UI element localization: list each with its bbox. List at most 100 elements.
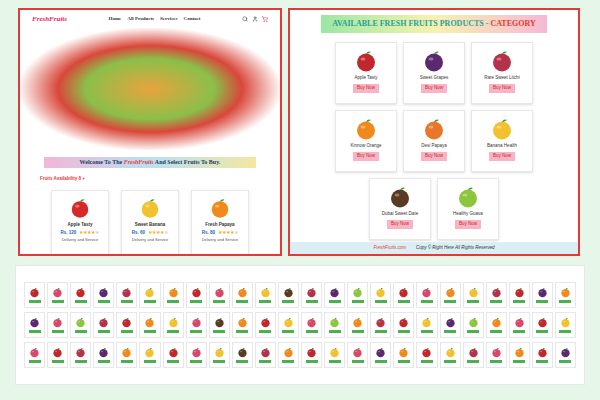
buy-now-button[interactable]: Buy Now: [421, 84, 447, 93]
buy-button[interactable]: [490, 360, 502, 363]
buy-now-button[interactable]: Buy Now: [421, 152, 447, 161]
buy-button[interactable]: [559, 330, 571, 333]
gallery-card[interactable]: [301, 312, 322, 338]
gallery-card[interactable]: [416, 342, 437, 368]
gallery-card[interactable]: [393, 282, 414, 308]
buy-button[interactable]: [190, 360, 202, 363]
gallery-card[interactable]: [324, 342, 345, 368]
buy-button[interactable]: [352, 300, 364, 303]
buy-button[interactable]: [375, 330, 387, 333]
buy-button[interactable]: [513, 360, 525, 363]
gallery-card[interactable]: [463, 312, 484, 338]
buy-button[interactable]: [444, 300, 456, 303]
gallery-card[interactable]: [301, 282, 322, 308]
product-card[interactable]: Fresh PapayaRs. 80★★★★★Delivery and Serv…: [191, 190, 249, 256]
buy-button[interactable]: [282, 330, 294, 333]
buy-button[interactable]: [52, 360, 64, 363]
buy-button[interactable]: [144, 300, 156, 303]
buy-now-button[interactable]: Buy Now: [353, 84, 379, 93]
buy-button[interactable]: [513, 300, 525, 303]
buy-button[interactable]: [213, 360, 225, 363]
buy-now-button[interactable]: Buy Now: [489, 84, 515, 93]
gallery-card[interactable]: [232, 342, 253, 368]
buy-button[interactable]: [306, 330, 318, 333]
gallery-card[interactable]: [347, 342, 368, 368]
cart-icon[interactable]: [262, 16, 268, 22]
gallery-card[interactable]: [163, 312, 184, 338]
buy-button[interactable]: [167, 330, 179, 333]
gallery-card[interactable]: [532, 312, 553, 338]
gallery-card[interactable]: [70, 282, 91, 308]
gallery-card[interactable]: [93, 312, 114, 338]
category-card[interactable]: Kinnow OrangeBuy Now: [335, 110, 397, 172]
buy-button[interactable]: [421, 330, 433, 333]
buy-now-button[interactable]: Buy Now: [387, 220, 413, 229]
gallery-card[interactable]: [463, 282, 484, 308]
buy-button[interactable]: [352, 330, 364, 333]
buy-button[interactable]: [329, 330, 341, 333]
gallery-card[interactable]: [70, 342, 91, 368]
nav-link[interactable]: Services: [160, 15, 178, 23]
buy-button[interactable]: [75, 360, 87, 363]
buy-button[interactable]: [75, 300, 87, 303]
gallery-card[interactable]: [440, 342, 461, 368]
gallery-card[interactable]: [139, 342, 160, 368]
buy-button[interactable]: [236, 300, 248, 303]
category-card[interactable]: Dubai Sweet DateBuy Now: [369, 178, 431, 240]
category-card[interactable]: Desi PapayaBuy Now: [403, 110, 465, 172]
product-card[interactable]: Apple TastyRs. 120★★★★★Delivery and Serv…: [51, 190, 109, 256]
gallery-card[interactable]: [393, 342, 414, 368]
buy-button[interactable]: [52, 300, 64, 303]
gallery-card[interactable]: [278, 312, 299, 338]
buy-button[interactable]: [444, 360, 456, 363]
user-icon[interactable]: [252, 16, 258, 22]
gallery-card[interactable]: [347, 282, 368, 308]
buy-button[interactable]: [536, 360, 548, 363]
gallery-card[interactable]: [139, 312, 160, 338]
product-card[interactable]: Sweet BananaRs. 60★★★★★Delivery and Serv…: [121, 190, 179, 256]
nav-link[interactable]: Home: [109, 15, 122, 23]
buy-button[interactable]: [421, 360, 433, 363]
gallery-card[interactable]: [463, 342, 484, 368]
buy-button[interactable]: [144, 360, 156, 363]
gallery-card[interactable]: [24, 342, 45, 368]
gallery-card[interactable]: [370, 312, 391, 338]
buy-button[interactable]: [29, 360, 41, 363]
buy-button[interactable]: [190, 330, 202, 333]
gallery-card[interactable]: [440, 312, 461, 338]
buy-button[interactable]: [29, 330, 41, 333]
gallery-card[interactable]: [324, 312, 345, 338]
buy-button[interactable]: [98, 360, 110, 363]
nav-link[interactable]: Contact: [184, 15, 201, 23]
gallery-card[interactable]: [186, 312, 207, 338]
gallery-card[interactable]: [532, 342, 553, 368]
gallery-card[interactable]: [255, 312, 276, 338]
gallery-card[interactable]: [486, 282, 507, 308]
category-card[interactable]: Rare Sweet LitchiBuy Now: [471, 42, 533, 104]
buy-button[interactable]: [536, 330, 548, 333]
gallery-card[interactable]: [163, 342, 184, 368]
gallery-card[interactable]: [232, 282, 253, 308]
gallery-card[interactable]: [324, 282, 345, 308]
buy-button[interactable]: [559, 300, 571, 303]
gallery-card[interactable]: [416, 312, 437, 338]
buy-button[interactable]: [467, 300, 479, 303]
gallery-card[interactable]: [47, 312, 68, 338]
buy-button[interactable]: [329, 300, 341, 303]
buy-button[interactable]: [121, 360, 133, 363]
gallery-card[interactable]: [93, 342, 114, 368]
buy-button[interactable]: [259, 330, 271, 333]
buy-button[interactable]: [329, 360, 341, 363]
gallery-card[interactable]: [509, 312, 530, 338]
buy-button[interactable]: [536, 300, 548, 303]
buy-button[interactable]: [144, 330, 156, 333]
gallery-card[interactable]: [509, 342, 530, 368]
buy-button[interactable]: [121, 330, 133, 333]
gallery-card[interactable]: [24, 312, 45, 338]
gallery-card[interactable]: [393, 312, 414, 338]
gallery-card[interactable]: [209, 342, 230, 368]
gallery-card[interactable]: [278, 282, 299, 308]
buy-button[interactable]: [167, 300, 179, 303]
buy-button[interactable]: [559, 360, 571, 363]
buy-now-button[interactable]: Buy Now: [455, 220, 481, 229]
